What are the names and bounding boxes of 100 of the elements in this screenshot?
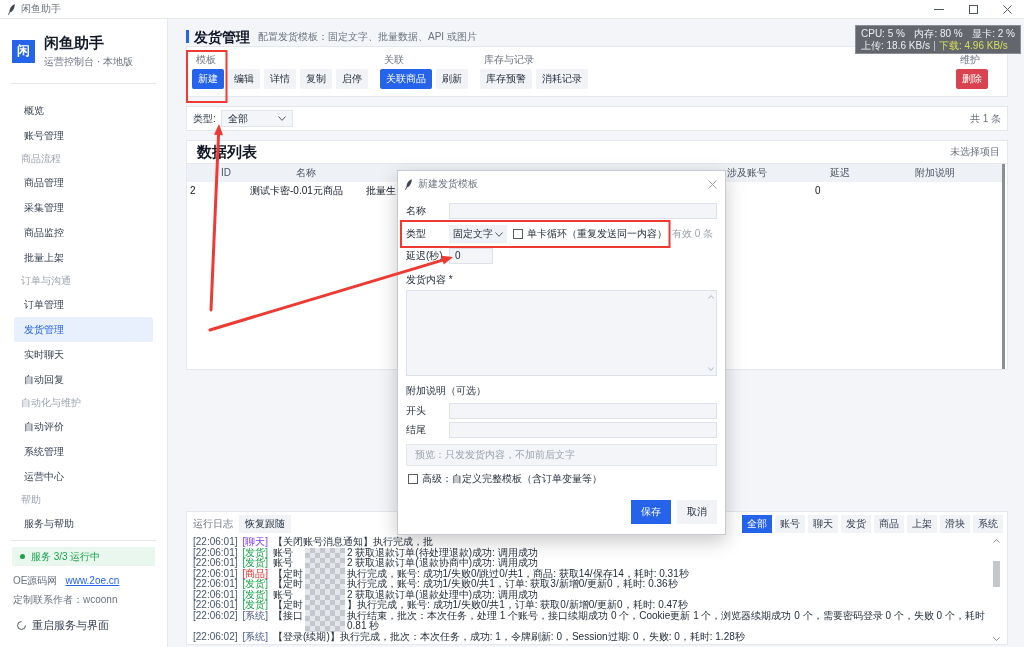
sidebar-item[interactable]: 批量上架: [14, 245, 153, 270]
log-filter-tab[interactable]: 系统: [973, 515, 1003, 533]
contact-text: 定制联系作者：wcoonn: [13, 594, 118, 606]
field-label: 类型: [406, 228, 426, 240]
close-button[interactable]: [706, 177, 719, 191]
annotation-box: [186, 50, 228, 103]
toolbar-button[interactable]: 新建: [192, 69, 224, 89]
column-header: 附加说明: [915, 167, 955, 179]
toolbar-button[interactable]: 刷新: [436, 69, 468, 89]
website-link[interactable]: www.2oe.cn: [65, 575, 120, 587]
sidebar-item[interactable]: 采集管理: [14, 195, 153, 220]
sidebar-item[interactable]: 系统管理: [14, 439, 153, 464]
log-message: 2 获取退款订单(退款处理中)成功: 调用成功: [346, 589, 538, 600]
log-message: 2 获取退款订单(待处理退款)成功: 调用成功: [346, 547, 539, 558]
table-cell: 0: [815, 184, 821, 197]
log-message: 账号: [273, 589, 294, 600]
text-input[interactable]: [449, 403, 717, 419]
sidebar-item[interactable]: 实时聊天: [14, 342, 153, 367]
cancel-button[interactable]: 取消: [677, 500, 717, 524]
log-filter-tab[interactable]: 滑块: [940, 515, 970, 533]
log-tag: [发货]: [242, 600, 269, 611]
type-select[interactable]: 固定文字: [449, 225, 507, 243]
checkbox-label: 单卡循环（重复发送同一内容）: [527, 228, 667, 240]
selection-status: 未选择项目: [950, 146, 1000, 158]
checkbox[interactable]: [408, 474, 418, 484]
window-title: 闲鱼助手: [21, 3, 61, 15]
log-tag: [聊天]: [242, 537, 269, 548]
toolbar-button[interactable]: 详情: [264, 69, 296, 89]
sidebar-item[interactable]: 发货管理: [14, 317, 153, 342]
page-subtitle: 配置发货模板：固定文字、批量数据、API 或图片: [258, 30, 477, 43]
log-time: [22:06:01]: [193, 568, 238, 579]
name-input[interactable]: [449, 203, 717, 219]
log-message: 执行完成，账号: 成功1/失败0/跳过0/共1，商品: 获取14/保存14，耗时: 0.31秒: [346, 568, 690, 579]
close-icon: [708, 179, 717, 189]
toolbar-button[interactable]: 消耗记录: [536, 69, 588, 89]
group-label: 库存与记录: [484, 54, 534, 65]
delay-input[interactable]: 0: [449, 248, 493, 264]
log-message: 【定时: [273, 600, 304, 611]
sidebar-item[interactable]: 商品监控: [14, 220, 153, 245]
sidebar-item[interactable]: 账号管理: [14, 123, 153, 148]
toolbar-button[interactable]: 删除: [956, 69, 988, 89]
group-label: 模板: [196, 54, 216, 65]
log-tag: [系统]: [242, 631, 269, 642]
field-label: 结尾: [406, 424, 426, 436]
log-filter-tab[interactable]: 账号: [775, 515, 805, 533]
valid-count: 有效 0 条: [672, 228, 714, 240]
toolbar-button[interactable]: 关联商品: [380, 69, 432, 89]
log-tag: [发货]: [242, 547, 269, 558]
column-header: ID: [221, 167, 231, 179]
toolbar-button[interactable]: 复制: [300, 69, 332, 89]
chevron-down-icon: [495, 231, 503, 237]
restart-button[interactable]: 重启服务与界面: [17, 618, 109, 632]
sidebar-item[interactable]: 商品管理: [14, 170, 153, 195]
close-icon: [1002, 4, 1012, 14]
log-time: [22:06:02]: [193, 631, 238, 642]
log-message: 【接口: [273, 610, 304, 623]
log-message: 执行结束，批次：本次任务，处理 1 个账号，接口续期成功 0 个，Cookie更新 1 个，浏览器续期成功 0 个，需要密码登录 0 个，失败 0 个，耗时 0.81 秒: [346, 610, 986, 631]
log-title: 运行日志: [193, 518, 233, 530]
toolbar-button[interactable]: 库存预警: [480, 69, 532, 89]
sidebar-item[interactable]: 订单管理: [14, 292, 153, 317]
feather-icon: [8, 3, 15, 15]
log-message: 】执行完成，账号: 成功1/失败0/共1，订单: 获取0/新增0/更新0，耗时: 0.47秒: [346, 600, 689, 610]
gpu-reading: 显卡: 2 %: [972, 27, 1015, 40]
sidebar-item[interactable]: 运营中心: [14, 464, 153, 489]
save-button[interactable]: 保存: [631, 500, 671, 524]
refresh-icon: [17, 620, 26, 630]
column-header: 涉及账号: [727, 167, 767, 179]
log-filter-tab[interactable]: 全部: [742, 515, 772, 533]
sidebar-item[interactable]: 自动评价: [14, 414, 153, 439]
chevron-down-icon: [277, 116, 286, 121]
sidebar-item[interactable]: 服务与帮助: [14, 511, 153, 536]
log-message: 【登录(续期)】执行完成，批次：本次任务，成功: 1，令牌刷新: 0，Session过期: 0，失败: 0，耗时: 1.28秒: [273, 631, 745, 642]
type-select[interactable]: 全部: [220, 110, 293, 127]
toolbar-button[interactable]: 启停: [336, 69, 368, 89]
download-reading: 下载: 4.96 KB/s: [938, 39, 1008, 52]
app-name: 闲鱼助手: [44, 34, 104, 52]
scroll-down-icon: [708, 367, 714, 371]
log-filter-tab[interactable]: 聊天: [808, 515, 838, 533]
toolbar-button[interactable]: 编辑: [228, 69, 260, 89]
sidebar-item[interactable]: 概览: [14, 98, 153, 123]
log-message: 2 获取退款订单(退款协商中)成功: 调用成功: [346, 558, 539, 568]
table-cell: 批量生: [366, 184, 396, 197]
section-label: 附加说明（可选）: [406, 385, 486, 397]
table-cell: 测试卡密-0.01元商品: [250, 184, 343, 197]
scrollbar-thumb: [993, 561, 1000, 587]
log-time: [22:06:01]: [193, 589, 238, 600]
scroll-up-icon: [708, 295, 714, 299]
page-title: 发货管理: [194, 28, 250, 45]
log-message: 执行完成，账号: 成功1/失败0/共1，订单: 获取3/新增0/更新0，耗时: 0.36秒: [346, 579, 678, 590]
checkbox[interactable]: [513, 229, 523, 239]
group-label: 维护: [960, 54, 980, 65]
resume-follow-button[interactable]: 恢复跟随: [239, 515, 291, 533]
log-filter-tab[interactable]: 商品: [874, 515, 904, 533]
log-filter-tab[interactable]: 发货: [841, 515, 871, 533]
sidebar-item[interactable]: 自动回复: [14, 367, 153, 392]
text-input[interactable]: [449, 422, 717, 438]
log-tag: [发货]: [242, 579, 269, 590]
scroll-down-icon: [993, 637, 1000, 641]
log-filter-tab[interactable]: 上架: [907, 515, 937, 533]
column-header: 名称: [296, 167, 316, 179]
